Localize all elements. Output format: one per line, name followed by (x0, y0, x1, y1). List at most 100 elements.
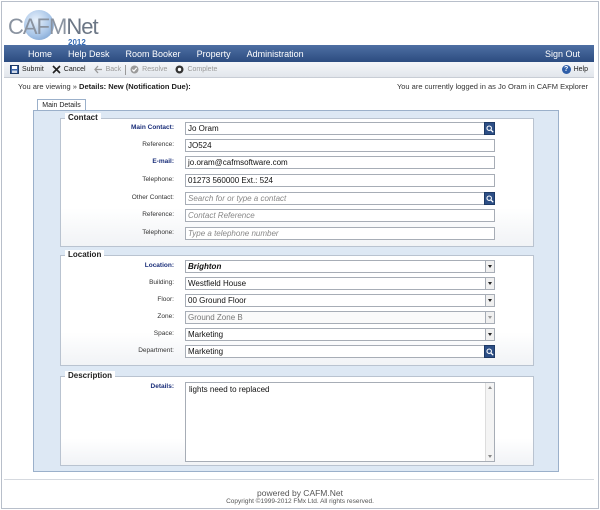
submit-button[interactable]: Submit (10, 65, 44, 74)
telephone-label: Telephone: (142, 176, 174, 183)
copyright: Copyright ©1999-2012 FMx Ltd. All rights… (226, 498, 374, 505)
zone-label: Zone: (157, 313, 174, 320)
logged-in-text: You are currently logged in as Jo Oram i… (396, 82, 588, 91)
building-dropdown-arrow-icon[interactable] (485, 278, 494, 289)
reference-row: Reference: JO524 (61, 139, 535, 152)
logo-net: Net (66, 14, 98, 39)
email-row: E-mail: jo.oram@cafmsoftware.com (61, 156, 535, 169)
floor-label: Floor: (157, 296, 174, 303)
floor-dropdown-arrow-icon[interactable] (485, 295, 494, 306)
main-contact-input[interactable]: Jo Oram (185, 122, 495, 135)
department-row: Department: Marketing (61, 345, 535, 358)
zone-select[interactable]: Ground Zone B (185, 311, 495, 324)
email-label: E-mail: (152, 158, 174, 165)
submit-label: Submit (22, 66, 44, 73)
building-label: Building: (149, 279, 174, 286)
reference-input[interactable]: JO524 (185, 139, 495, 152)
floor-row: Floor: 00 Ground Floor (61, 294, 535, 307)
cancel-button[interactable]: Cancel (52, 65, 86, 74)
resolve-button[interactable]: Resolve (130, 65, 167, 74)
help-icon: ? (561, 65, 571, 74)
check-circle-icon (130, 65, 139, 74)
building-row: Building: Westfield House (61, 277, 535, 290)
zone-dropdown-arrow-icon[interactable] (485, 312, 494, 323)
details-textarea[interactable]: lights need to replaced (185, 382, 495, 462)
help-label: Help (573, 66, 588, 73)
other-contact-label: Other Contact: (131, 194, 174, 201)
scroll-up-icon[interactable] (488, 386, 492, 389)
contact-reference-row: Reference: Contact Reference (61, 209, 535, 222)
nav-administration[interactable]: Administration (239, 49, 312, 59)
contact-reference-input[interactable]: Contact Reference (185, 209, 495, 222)
location-label: Location: (144, 262, 174, 269)
status-line: You are viewing » Details: New (Notifica… (18, 82, 588, 92)
department-label: Department: (138, 347, 174, 354)
nav-home[interactable]: Home (4, 49, 60, 59)
contact-telephone-row: Telephone: Type a telephone number (61, 227, 535, 240)
other-contact-search-button[interactable] (484, 192, 495, 205)
space-select[interactable]: Marketing (185, 328, 495, 341)
space-label: Space: (153, 330, 174, 337)
complete-label: Complete (187, 66, 218, 73)
complete-button[interactable]: Complete (175, 65, 217, 74)
powered-by: powered by CAFM.Net (257, 488, 343, 498)
nav-room-booker[interactable]: Room Booker (118, 49, 189, 59)
complete-circle-icon (175, 65, 184, 74)
department-search-button[interactable] (484, 345, 495, 358)
search-icon (486, 348, 494, 356)
description-title: Description (65, 371, 116, 380)
contact-reference-label: Reference: (142, 211, 174, 218)
contact-telephone-label: Telephone: (142, 229, 174, 236)
details-scrollbar[interactable] (485, 383, 494, 461)
action-toolbar: Submit Cancel Back Resolve Complete ? He… (4, 62, 594, 78)
location-row: Location: Brighton (61, 260, 535, 273)
details-text: lights need to replaced (189, 385, 270, 394)
search-icon (486, 125, 494, 133)
main-contact-search-button[interactable] (484, 122, 495, 135)
building-select[interactable]: Westfield House (185, 277, 495, 290)
description-group: Description Details: lights need to repl… (60, 371, 534, 466)
location-select[interactable]: Brighton (185, 260, 495, 273)
back-arrow-icon (93, 65, 102, 74)
details-label: Details: (150, 383, 174, 390)
contact-group: Contact Main Contact: Jo Oram Reference:… (60, 113, 535, 247)
breadcrumb: You are viewing » Details: New (Notifica… (18, 82, 191, 91)
close-icon (52, 65, 61, 74)
zone-row: Zone: Ground Zone B (61, 311, 535, 324)
toolbar-divider (125, 64, 127, 75)
nav-property[interactable]: Property (189, 49, 239, 59)
viewing-page: Details: New (Notification Due): (79, 82, 191, 91)
cancel-label: Cancel (63, 66, 86, 73)
location-group: Location Location: Brighton Building: We… (60, 250, 535, 366)
search-icon (486, 195, 494, 203)
back-button[interactable]: Back (93, 65, 122, 74)
save-icon (10, 65, 19, 74)
location-title: Location (65, 250, 105, 259)
contact-title: Contact (65, 113, 101, 122)
nav-help-desk[interactable]: Help Desk (60, 49, 118, 59)
other-contact-input[interactable]: Search for or type a contact (185, 192, 495, 205)
back-label: Back (105, 66, 122, 73)
viewing-prefix: You are viewing » (18, 82, 77, 91)
main-contact-row: Main Contact: Jo Oram (61, 122, 535, 135)
logo-main: CAFM (8, 14, 67, 39)
location-dropdown-arrow-icon[interactable] (485, 261, 494, 272)
telephone-input[interactable]: 01273 560000 Ext.: 524 (185, 174, 495, 187)
space-dropdown-arrow-icon[interactable] (485, 329, 494, 340)
department-input[interactable]: Marketing (185, 345, 495, 358)
floor-select[interactable]: 00 Ground Floor (185, 294, 495, 307)
reference-label: Reference: (142, 141, 174, 148)
email-input[interactable]: jo.oram@cafmsoftware.com (185, 156, 495, 169)
main-navbar: Home Help Desk Room Booker Property Admi… (4, 45, 594, 62)
footer-divider (4, 479, 594, 480)
space-row: Space: Marketing (61, 328, 535, 341)
help-button[interactable]: ? Help (561, 65, 588, 74)
telephone-row: Telephone: 01273 560000 Ext.: 524 (61, 174, 535, 187)
contact-telephone-input[interactable]: Type a telephone number (185, 227, 495, 240)
other-contact-row: Other Contact: Search for or type a cont… (61, 192, 535, 205)
main-contact-label: Main Contact: (131, 124, 174, 131)
cafm-logo: CAFMNet 2012 (8, 10, 99, 47)
resolve-label: Resolve (142, 66, 168, 73)
scroll-down-icon[interactable] (488, 455, 492, 458)
sign-out-link[interactable]: Sign Out (537, 49, 594, 59)
